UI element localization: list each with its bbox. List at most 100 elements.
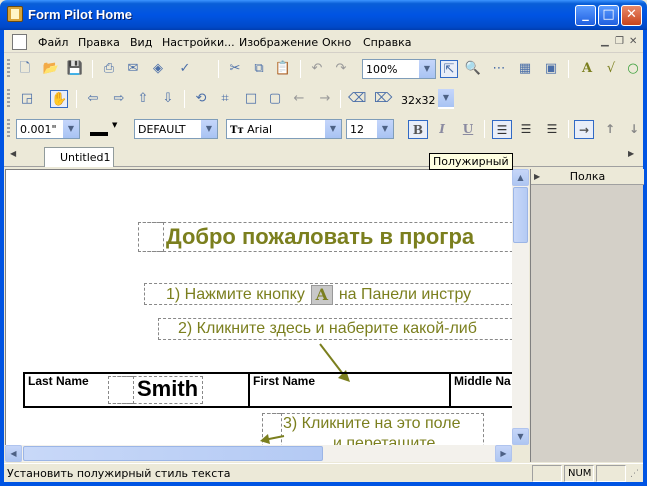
indent-icon[interactable]: → (574, 120, 594, 139)
horizontal-scrollbar[interactable]: ◀ ▶ (5, 445, 512, 462)
line-color-swatch[interactable] (90, 132, 108, 136)
toolbar-grip[interactable] (7, 89, 10, 109)
move-up-icon[interactable]: ↑ (600, 120, 620, 139)
collapse-icon[interactable]: ▶ (534, 169, 540, 184)
underline-button[interactable]: U (458, 120, 478, 139)
mdi-close-icon[interactable]: ✕ (629, 36, 637, 47)
chevron-down-icon[interactable]: ▼ (377, 120, 393, 138)
frame-icon[interactable]: ◲ (18, 90, 36, 108)
step2-text: 2) Кликните здесь и наберите какой-либ (178, 320, 477, 337)
arrow-right-icon[interactable]: ⇨ (110, 90, 128, 108)
mdi-restore-icon[interactable]: ❐ (615, 36, 624, 47)
separator (184, 90, 185, 108)
scroll-right-icon[interactable]: ▶ (495, 445, 512, 462)
arrow-left-icon[interactable]: ⇦ (84, 90, 102, 108)
move-down-icon[interactable]: ↓ (624, 120, 644, 139)
shelf-panel-header[interactable]: ▶ Полка (531, 169, 644, 185)
chevron-down-icon[interactable]: ▼ (201, 120, 217, 138)
vertical-scroll-thumb[interactable] (513, 187, 528, 243)
field-handle[interactable] (108, 376, 134, 404)
minimize-button[interactable]: _ (575, 5, 596, 26)
align-center-button[interactable]: ☰ (516, 120, 536, 139)
font-size-select[interactable]: 12 ▼ (346, 119, 394, 139)
move-left-icon[interactable]: ← (290, 90, 308, 108)
toolbar-grip[interactable] (7, 59, 10, 79)
color-dropdown-icon[interactable]: ▼ (112, 121, 117, 129)
style-value: DEFAULT (138, 123, 186, 136)
hand-tool-icon[interactable]: ✋ (50, 90, 68, 108)
grid-icon[interactable]: ⋯ (490, 60, 508, 78)
menu-edit[interactable]: Правка (78, 36, 120, 49)
menu-view[interactable]: Вид (130, 36, 152, 49)
style-select[interactable]: DEFAULT ▼ (134, 119, 218, 139)
maximize-button[interactable]: □ (598, 5, 619, 26)
print-icon[interactable]: ⎙ (100, 60, 118, 78)
eraser-all-icon[interactable]: ⌦ (374, 90, 392, 108)
image-field-icon[interactable]: ▣ (542, 60, 560, 78)
crop-icon[interactable]: ⌗ (216, 90, 234, 108)
menu-window[interactable]: Окно (322, 36, 351, 49)
new-icon[interactable]: 🗋 (16, 60, 34, 78)
mail-icon[interactable]: ✉ (124, 60, 142, 78)
table-icon[interactable]: ▦ (516, 60, 534, 78)
toolbar-grip[interactable] (7, 119, 10, 139)
tab-scroll-left-icon[interactable]: ◀ (10, 149, 16, 158)
separator (92, 60, 93, 78)
close-button[interactable]: ✕ (621, 5, 642, 26)
scroll-up-icon[interactable]: ▲ (512, 169, 529, 186)
copy-icon[interactable]: ⧉ (250, 60, 268, 78)
menu-file[interactable]: Файл (38, 36, 68, 49)
move-right-icon[interactable]: → (316, 90, 334, 108)
menu-help[interactable]: Справка (363, 36, 411, 49)
tab-untitled1[interactable]: Untitled1 (44, 147, 114, 167)
circle-tool-icon[interactable]: ○ (624, 60, 642, 78)
italic-button[interactable]: I (432, 120, 452, 139)
field-handle[interactable] (138, 222, 164, 252)
grid-size-dropdown[interactable]: ▼ (438, 89, 454, 109)
step1-text: 1) Нажмите кнопку Aна Панели инстру (166, 285, 471, 305)
step3-text-line1: 3) Кликните на это поле (283, 415, 461, 432)
square-select-icon[interactable]: ▢ (266, 90, 284, 108)
chevron-down-icon[interactable]: ▼ (419, 60, 435, 78)
align-right-button[interactable]: ☰ (542, 120, 562, 139)
cut-icon[interactable]: ✂ (226, 60, 244, 78)
tab-scroll-right-icon[interactable]: ▶ (628, 149, 634, 158)
chevron-down-icon[interactable]: ▼ (63, 120, 79, 138)
resize-grip-icon[interactable]: ⋰ (630, 469, 639, 479)
document-canvas[interactable]: Добро пожаловать в програ 1) Нажмите кно… (5, 169, 512, 445)
bold-button[interactable]: B (408, 120, 428, 139)
open-icon[interactable]: 📂 (42, 60, 60, 78)
checkmark-tool-icon[interactable]: √ (602, 60, 620, 78)
text-tool-icon[interactable]: A (578, 60, 596, 78)
app-icon[interactable] (7, 6, 23, 22)
arrow-up-icon[interactable]: ⇧ (134, 90, 152, 108)
paste-icon[interactable]: 📋 (274, 60, 292, 78)
redo-icon[interactable]: ↷ (332, 60, 350, 78)
menu-settings[interactable]: Настройки... (162, 36, 235, 49)
scan-icon[interactable]: ◈ (149, 60, 167, 78)
vertical-scrollbar[interactable]: ▲ ▼ (512, 169, 529, 445)
mdi-minimize-icon[interactable]: ▁ (601, 36, 609, 47)
title-bar: Form Pilot Home _ □ ✕ (0, 0, 647, 30)
spellcheck-icon[interactable]: ✓ (176, 60, 194, 78)
chevron-down-icon[interactable]: ▼ (325, 120, 341, 138)
save-icon[interactable]: 💾 (66, 60, 84, 78)
rectangle-icon[interactable]: □ (242, 90, 260, 108)
undo-icon[interactable]: ↶ (308, 60, 326, 78)
rotate-icon[interactable]: ⟲ (192, 90, 210, 108)
scroll-down-icon[interactable]: ▼ (512, 428, 529, 445)
align-left-button[interactable]: ☰ (492, 120, 512, 139)
separator (484, 120, 485, 138)
zoom-select[interactable]: 100% ▼ (362, 59, 436, 79)
horizontal-scroll-thumb[interactable] (23, 446, 323, 461)
document-menu-icon[interactable] (12, 34, 27, 50)
magnifier-icon[interactable]: 🔍 (464, 60, 482, 78)
chevron-down-icon[interactable]: ▼ (438, 89, 454, 107)
menu-image[interactable]: Изображение (239, 36, 318, 49)
eraser-icon[interactable]: ⌫ (348, 90, 366, 108)
scroll-left-icon[interactable]: ◀ (5, 445, 22, 462)
arrow-down-icon[interactable]: ⇩ (159, 90, 177, 108)
font-select[interactable]: Tт Arial ▼ (226, 119, 342, 139)
line-width-select[interactable]: 0.001" ▼ (16, 119, 80, 139)
select-tool-icon[interactable]: ⇱ (440, 60, 458, 78)
